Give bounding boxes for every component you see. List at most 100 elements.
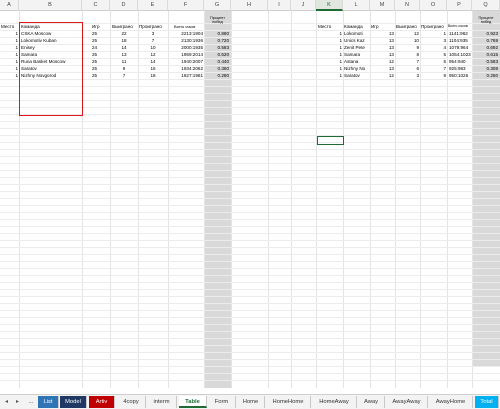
right-row-team: Unics Kaz — [344, 38, 365, 43]
left-row-place: 1 — [15, 45, 18, 50]
column-header-e[interactable]: E — [138, 0, 168, 11]
tab-model[interactable]: Model — [60, 396, 87, 408]
tab-list[interactable]: List — [38, 396, 59, 408]
right-row-place: 1 — [339, 38, 342, 43]
team-highlight-box — [19, 22, 83, 116]
column-header-q[interactable]: Q — [472, 0, 500, 11]
column-header-o[interactable]: O — [420, 0, 447, 11]
prev-sheet-icon[interactable]: ◂ — [2, 397, 11, 408]
column-header-a[interactable]: A — [0, 0, 19, 11]
left-row-games: 25 — [92, 52, 98, 57]
column-header-l[interactable]: L — [343, 0, 370, 11]
active-cell-cursor[interactable] — [317, 136, 344, 145]
right-row-team: Astana — [344, 59, 359, 64]
tab-homeaway[interactable]: HomeAway — [312, 396, 357, 408]
tab-awayaway[interactable]: AwayAway — [386, 396, 428, 408]
right-row-won: 7 — [416, 59, 419, 64]
tab-form[interactable]: Form — [208, 396, 236, 408]
column-header-b[interactable]: B — [19, 0, 82, 11]
tab-interm[interactable]: interm — [147, 396, 177, 408]
right-row-lost: 4 — [443, 45, 446, 50]
right-row-won: 10 — [413, 38, 419, 43]
left-row-won: 13 — [121, 52, 127, 57]
right-header-won: Выиграно — [396, 24, 417, 29]
left-row-won: 18 — [121, 38, 127, 43]
right-header-team: Команда — [344, 24, 363, 29]
left-row-pct: 0.520 — [217, 52, 230, 57]
column-header-j[interactable]: J — [291, 0, 316, 11]
right-row-games: 13 — [388, 66, 394, 71]
right-row-games: 13 — [388, 52, 394, 57]
right-row-games: 13 — [388, 45, 394, 50]
right-row-team: Samara — [344, 52, 361, 57]
right-row-lost: 3 — [443, 38, 446, 43]
tab-total[interactable]: Total — [475, 396, 499, 408]
column-header-bar: A B C D E F G H I J K L M N O P Q — [0, 0, 500, 11]
tab-awayhome[interactable]: AwayHome — [429, 396, 473, 408]
left-row-pct: 0.360 — [217, 66, 230, 71]
right-row-games: 12 — [388, 73, 394, 78]
column-header-n[interactable]: N — [395, 0, 420, 11]
tab-4copy[interactable]: 4copy — [117, 396, 146, 408]
left-row-games: 25 — [92, 31, 98, 36]
more-sheets-icon[interactable]: ... — [25, 397, 37, 408]
right-row-pct: 0.308 — [486, 66, 499, 71]
left-row-place: 1 — [15, 52, 18, 57]
right-row-team: Saratov — [344, 73, 360, 78]
right-row-points: 1054:1023 — [449, 52, 471, 57]
right-row-won: 6 — [416, 66, 419, 71]
left-row-lost: 14 — [150, 59, 156, 64]
right-row-pct: 0.692 — [486, 45, 499, 50]
tab-homehome[interactable]: HomeHome — [266, 396, 311, 408]
left-row-won: 7 — [122, 73, 126, 78]
left-row-points: 2213:1904 — [181, 31, 203, 36]
column-header-c[interactable]: C — [82, 0, 110, 11]
column-header-f[interactable]: F — [168, 0, 204, 11]
next-sheet-icon[interactable]: ▸ — [13, 397, 22, 408]
left-row-points: 1940:2007 — [181, 59, 203, 64]
column-header-h[interactable]: H — [231, 0, 268, 11]
right-header-games: Игр — [371, 24, 379, 29]
right-row-games: 12 — [388, 59, 394, 64]
column-header-d[interactable]: D — [110, 0, 138, 11]
spreadsheet-grid[interactable]: Место Команда Игр Выиграно Проиграно Все… — [0, 11, 500, 388]
header-lost: Проиграно — [139, 24, 162, 29]
right-row-pct: 0.250 — [486, 73, 499, 78]
right-row-lost: 7 — [443, 66, 446, 71]
header-win-percent: Процент побед — [209, 16, 226, 24]
right-row-lost: 5 — [443, 52, 446, 57]
left-row-points: 1827:1981 — [181, 73, 203, 78]
column-header-p[interactable]: P — [447, 0, 472, 11]
tab-away[interactable]: Away — [358, 396, 385, 408]
right-row-lost: 1 — [443, 31, 446, 36]
left-row-lost: 7 — [151, 38, 155, 43]
column-header-m[interactable]: M — [370, 0, 395, 11]
header-won: Выиграно — [112, 24, 133, 29]
left-row-points: 1934:2062 — [181, 66, 203, 71]
tab-table[interactable]: Table — [179, 396, 207, 408]
right-row-points: 1104:935 — [449, 38, 468, 43]
left-row-lost: 3 — [151, 31, 155, 36]
right-row-pct: 0.923 — [486, 31, 499, 36]
right-row-lost: 5 — [443, 59, 446, 64]
right-row-won: 8 — [416, 52, 419, 57]
right-header-place: Место — [318, 24, 332, 29]
column-header-i[interactable]: I — [268, 0, 291, 11]
tab-artiv[interactable]: Artiv — [89, 396, 115, 408]
column-header-k[interactable]: K — [316, 0, 343, 11]
right-row-place: 1 — [339, 59, 342, 64]
right-row-place: 1 — [339, 52, 342, 57]
right-row-points: 954:940 — [449, 59, 466, 64]
left-row-lost: 16 — [150, 66, 156, 71]
right-row-place: 1 — [339, 31, 342, 36]
header-games: Игр — [92, 24, 100, 29]
left-row-pct: 0.880 — [217, 31, 230, 36]
right-row-pct: 0.769 — [486, 38, 499, 43]
column-header-g[interactable]: G — [204, 0, 231, 11]
tab-home[interactable]: Home — [237, 396, 265, 408]
left-row-games: 25 — [92, 38, 98, 43]
sheet-tab-bar: ◂ ▸ ... List Model Artiv 4copy interm Ta… — [0, 394, 500, 409]
left-row-place: 1 — [15, 73, 18, 78]
left-row-pct: 0.280 — [217, 73, 230, 78]
right-row-team: Lokomoti — [344, 31, 363, 36]
